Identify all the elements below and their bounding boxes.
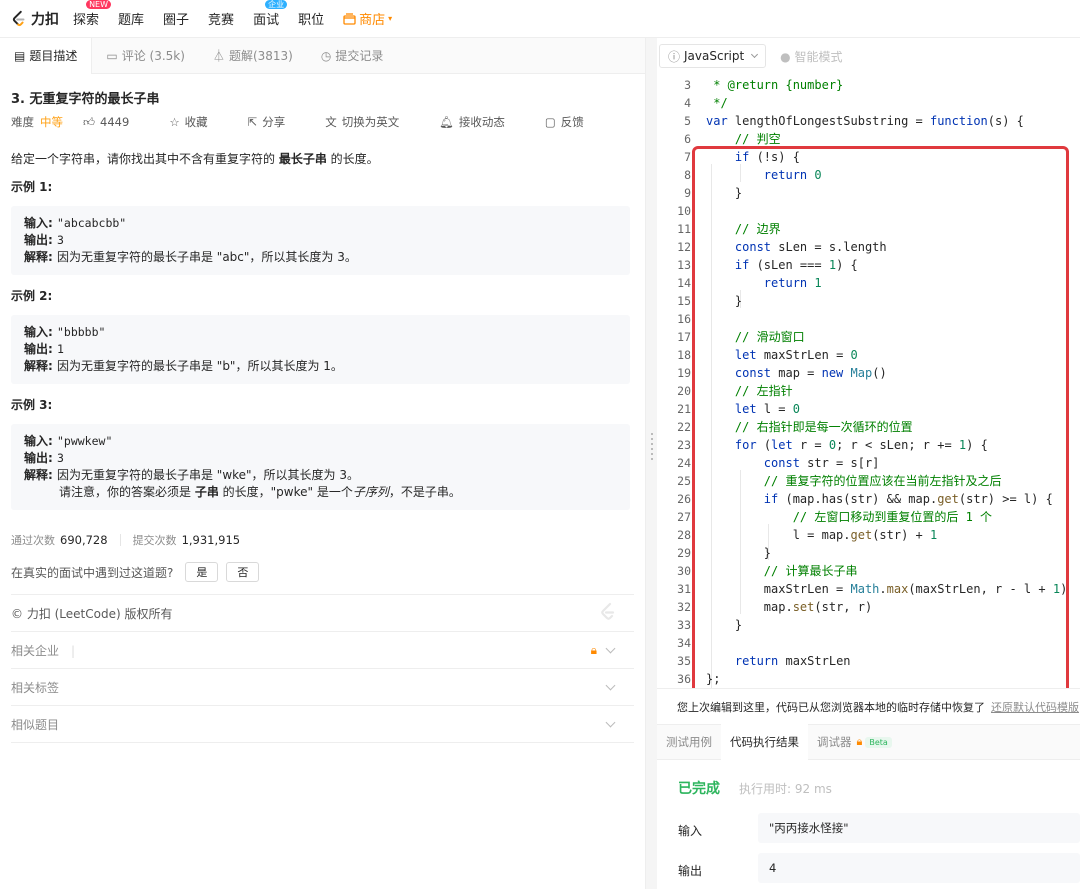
nav-jobs[interactable]: 职位 [298, 9, 324, 28]
share-icon: ⇱ [247, 115, 258, 129]
tab-debugger[interactable]: 调试器 🔒︎ Beta [808, 724, 901, 760]
nav-circle[interactable]: 圈子 [163, 9, 189, 28]
share-button[interactable]: ⇱ 分享 [248, 114, 306, 130]
tab-solutions[interactable]: ⏃ 题解(3813) [199, 38, 307, 74]
like-button[interactable]: 👍︎ 4449 [83, 115, 149, 130]
bell-icon: 🔔︎ [439, 115, 454, 129]
difficulty-value: 中等 [40, 115, 63, 129]
interview-question: 在真实的面试中遇到过这道题? 是 否 [11, 562, 634, 582]
chevron-down-icon [605, 643, 616, 654]
nav-contest[interactable]: 竞赛 [208, 9, 234, 28]
accepted-count: 690,728 [60, 533, 108, 547]
problem-panel: ▤ 题目描述 ▭ 评论 (3.5k) ⏃ 题解(3813) ◷ 提交记录 3. … [0, 37, 645, 889]
yes-button[interactable]: 是 [185, 562, 219, 582]
clock-icon: ◷ [320, 48, 332, 63]
nav-store[interactable]: 商店 ▾ [343, 9, 392, 28]
problem-meta: 难度 中等 👍︎ 4449 ☆ 收藏 ⇱ 分享 文切换为英文 🔔︎ 接收动态 ▢ 反馈 [11, 112, 634, 132]
favorite-button[interactable]: ☆ 收藏 [169, 114, 227, 130]
chevron-down-icon: ▾ [388, 14, 393, 23]
problem-description: 给定一个字符串，请你找出其中不含有重复字符的 最长子串 的长度。 [11, 152, 379, 166]
translate-icon: 文 [325, 115, 337, 129]
example-2-box: 输入: "bbbbb" 输出: 1 解释: 因为无重复字符的最长子串是 "b"，… [11, 315, 630, 384]
tab-run-result[interactable]: 代码执行结果 [721, 724, 808, 760]
chevron-down-icon [751, 50, 759, 59]
difficulty-label: 难度 [11, 115, 34, 129]
status-done: 已完成 [678, 781, 720, 797]
feedback-button[interactable]: ▢ 反馈 [545, 114, 604, 130]
language-select[interactable]: ⓘ JavaScript [659, 44, 767, 68]
tab-submissions[interactable]: ◷ 提交记录 [307, 38, 398, 74]
subscribe-button[interactable]: 🔔︎ 接收动态 [439, 114, 525, 130]
example-1-title: 示例 1: [11, 180, 53, 194]
tab-testcase[interactable]: 测试用例 [657, 724, 721, 760]
panel-splitter[interactable] [645, 38, 657, 889]
nav-interview[interactable]: 面试 企业 [253, 0, 288, 28]
feedback-icon: ▢ [544, 115, 556, 129]
problem-title: 3. 无重复字符的最长子串 [11, 92, 160, 107]
output-value: 4 [758, 853, 1080, 883]
restore-message: 您上次编辑到这里，代码已从您浏览器本地的临时存储中恢复了 还原默认代码模版 [657, 688, 1080, 724]
result-tabs: 测试用例 代码执行结果 调试器 🔒︎ Beta [657, 724, 1080, 760]
similar-problems-row[interactable]: 相似题目 [11, 706, 634, 743]
new-badge: NEW [86, 0, 112, 9]
nav-explore[interactable]: 探索 NEW [73, 0, 112, 28]
nav-problems[interactable]: 题库 [118, 9, 144, 28]
beta-badge: Beta [865, 736, 892, 748]
related-tags-row[interactable]: 相关标签 [11, 669, 634, 706]
star-icon: ☆ [169, 115, 180, 129]
lock-icon: 🔒︎ [856, 735, 863, 748]
no-button[interactable]: 否 [226, 562, 260, 582]
chevron-down-icon [605, 717, 616, 728]
enterprise-badge: 企业 [265, 0, 288, 9]
leetcode-watermark-icon [601, 602, 615, 620]
brand-name: 力扣 [31, 11, 59, 28]
info-icon: ⓘ [668, 49, 681, 64]
problem-stats: 通过次数 690,728 提交次数 1,931,915 [11, 533, 241, 547]
chevron-down-icon [605, 680, 616, 691]
run-result: 已完成 执行用时: 92 ms 输入 "丙丙接水怪接" 输出 4 [657, 760, 1080, 889]
submitted-count: 1,931,915 [181, 533, 241, 547]
example-2-title: 示例 2: [11, 289, 53, 303]
leetcode-logo-icon [12, 10, 25, 26]
output-label: 输出 [678, 864, 703, 878]
copyright-row: © 力扣 (LeetCode) 版权所有 [11, 595, 634, 632]
example-3-box: 输入: "pwwkew" 输出: 3 解释: 因为无重复字符的最长子串是 "wk… [11, 424, 630, 510]
top-nav: 力扣 探索 NEW 题库 圈子 竞赛 面试 企业 职位 商店 ▾ [0, 0, 1080, 38]
editor-panel: ⓘ JavaScript ● 智能模式 3 * @return {number}… [657, 38, 1080, 889]
logo[interactable]: 力扣 [10, 9, 59, 29]
problem-tabs: ▤ 题目描述 ▭ 评论 (3.5k) ⏃ 题解(3813) ◷ 提交记录 [0, 37, 645, 74]
example-1-box: 输入: "abcabcbb" 输出: 3 解释: 因为无重复字符的最长子串是 "… [11, 206, 630, 275]
editor-toolbar: ⓘ JavaScript ● 智能模式 [657, 38, 1080, 74]
restore-default-link[interactable]: 还原默认代码模版 [991, 699, 1079, 715]
tab-description[interactable]: ▤ 题目描述 [0, 37, 93, 74]
smart-mode-toggle[interactable]: ● 智能模式 [780, 48, 842, 65]
description-icon: ▤ [14, 48, 26, 63]
example-3-title: 示例 3: [11, 398, 53, 412]
problem-content: 3. 无重复字符的最长子串 难度 中等 👍︎ 4449 ☆ 收藏 ⇱ 分享 文切换为英… [0, 88, 645, 582]
store-icon [343, 12, 356, 25]
lock-icon: 🔒︎ [590, 642, 597, 657]
runtime: 执行用时: 92 ms [739, 782, 832, 796]
comment-icon: ▭ [106, 48, 118, 63]
code-editor[interactable]: 3 * @return {number} 4 */ 5 var lengthOfL… [657, 76, 1080, 688]
tab-comments[interactable]: ▭ 评论 (3.5k) [92, 38, 199, 74]
flask-icon: ⏃ [212, 49, 225, 63]
input-value: "丙丙接水怪接" [758, 813, 1080, 843]
switch-english-button[interactable]: 文切换为英文 [325, 114, 419, 130]
problem-footer: © 力扣 (LeetCode) 版权所有 相关企业 | 🔒︎ 相关标签 相似题目 [0, 594, 645, 743]
copyright: © 力扣 (LeetCode) 版权所有 [11, 606, 173, 621]
thumbs-up-icon: 👍︎ [83, 114, 96, 129]
input-label: 输入 [678, 824, 703, 838]
related-companies-row[interactable]: 相关企业 | 🔒︎ [11, 632, 634, 669]
